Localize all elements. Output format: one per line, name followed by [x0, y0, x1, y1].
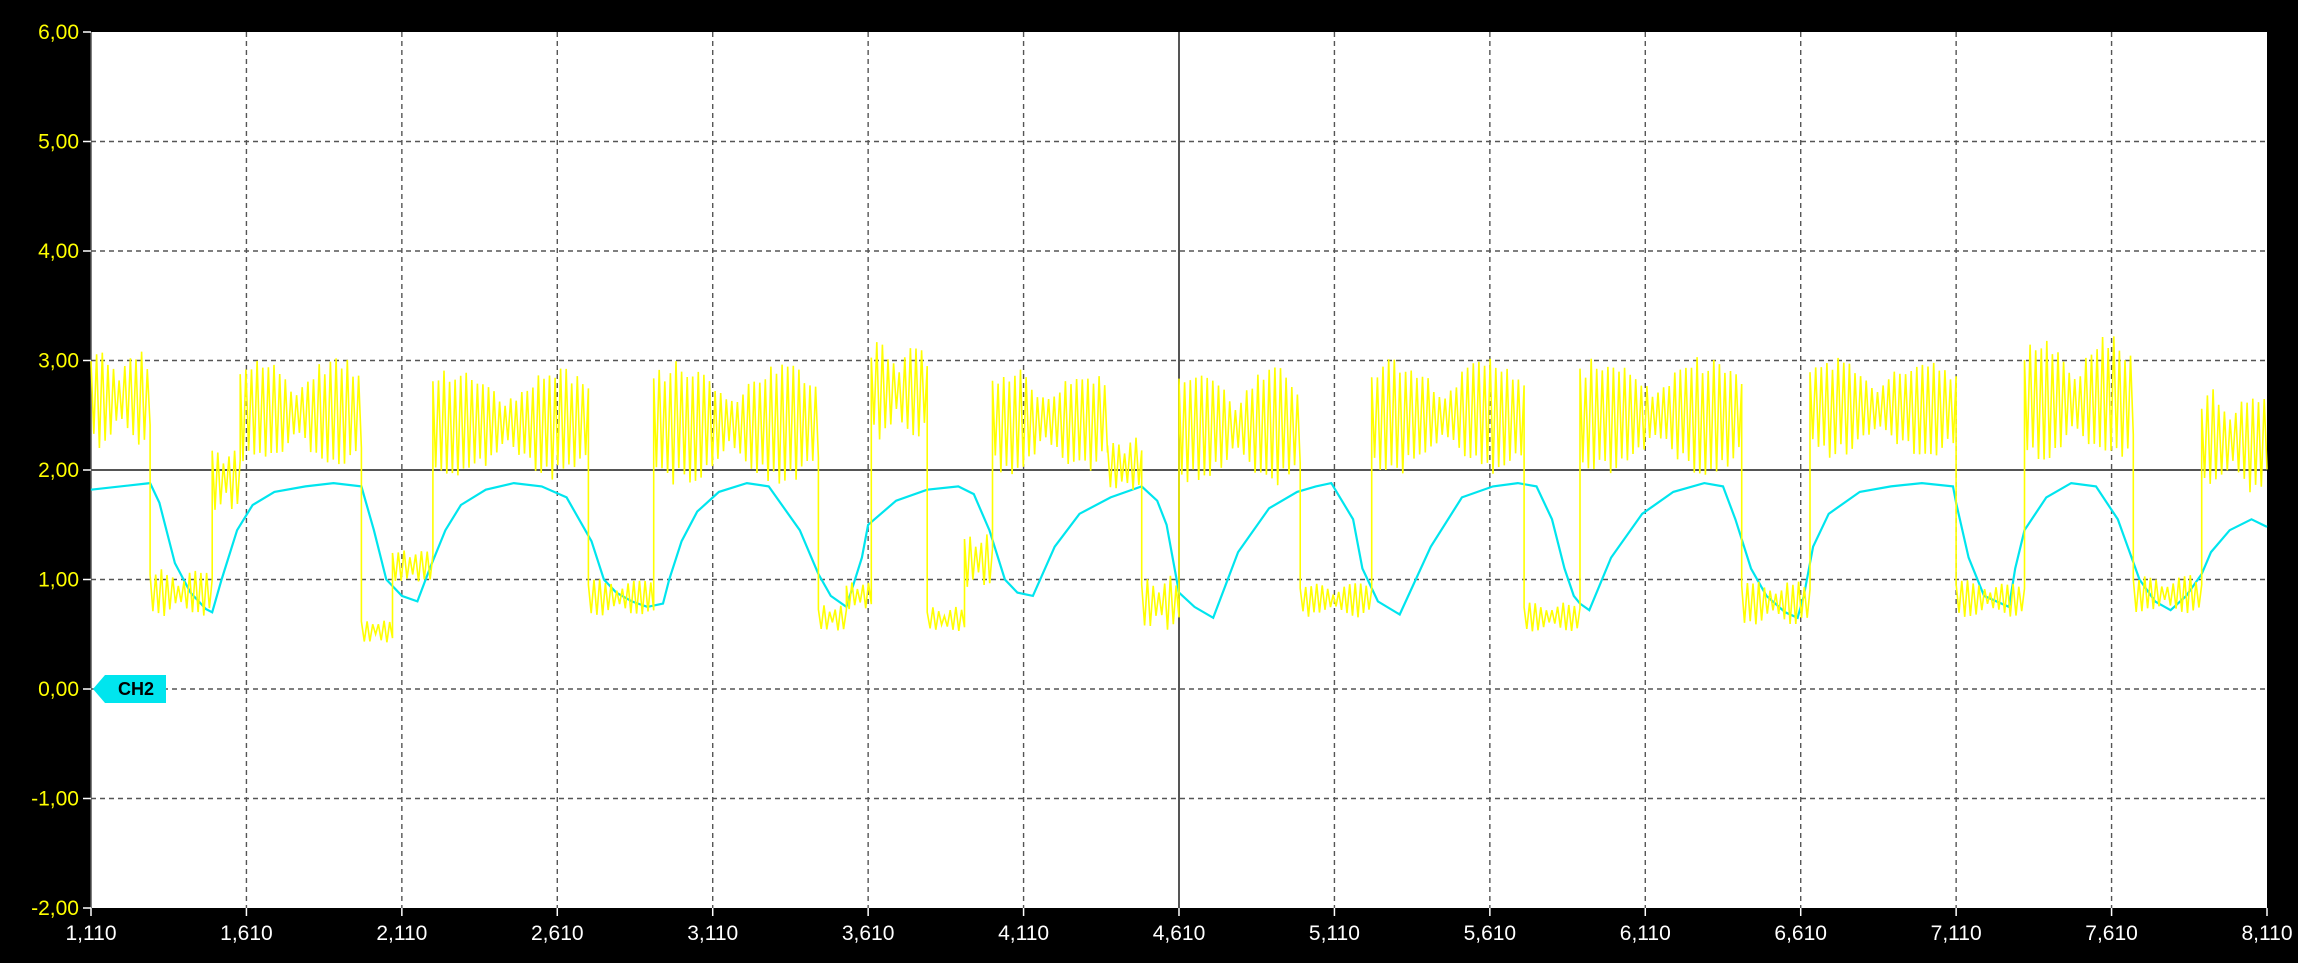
y-tick-label: 0,00: [38, 678, 79, 701]
y-tick-label: -1,00: [31, 788, 79, 811]
x-tick-label: 3,110: [687, 922, 738, 945]
x-tick-label: 1,110: [66, 922, 117, 945]
y-tick-label: 1,00: [38, 569, 79, 592]
x-tick-label: 1,610: [220, 922, 273, 945]
y-tick-label: 2,00: [38, 459, 79, 482]
x-tick-label: 4,610: [1153, 922, 1206, 945]
y-tick-label: 3,00: [38, 350, 79, 373]
x-tick-label: 8,110: [2242, 922, 2293, 945]
x-tick-label: 6,110: [1620, 922, 1671, 945]
x-tick-label: 5,110: [1309, 922, 1360, 945]
y-tick-label: 5,00: [38, 131, 79, 154]
x-tick-label: 7,610: [2085, 922, 2138, 945]
oscilloscope-chart: 6,00 5,00 4,00 3,00 2,00 1,00 0,00 -1,00 -2,00 1…: [0, 0, 2298, 963]
x-tick-label: 2,110: [376, 922, 427, 945]
x-tick-label: 2,610: [531, 922, 584, 945]
x-tick-label: 4,110: [998, 922, 1049, 945]
y-tick-label: 4,00: [38, 240, 79, 263]
channel-marker-label[interactable]: CH2: [118, 679, 154, 699]
y-tick-label: -2,00: [31, 897, 79, 920]
x-tick-label: 6,610: [1774, 922, 1827, 945]
channel-marker[interactable]: CH2: [93, 675, 166, 703]
x-tick-label: 5,610: [1464, 922, 1517, 945]
x-tick-label: 3,610: [842, 922, 895, 945]
y-tick-label: 6,00: [38, 21, 79, 44]
x-tick-label: 7,110: [1931, 922, 1982, 945]
